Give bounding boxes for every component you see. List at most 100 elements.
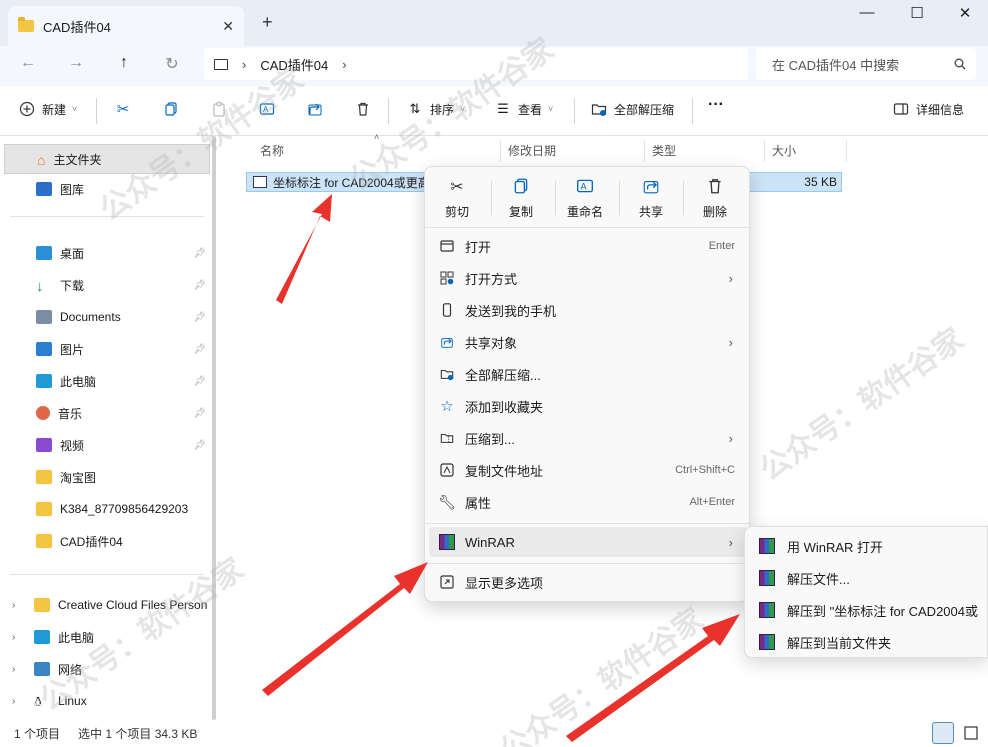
sidebar-item-label: 主文件夹 xyxy=(53,152,102,167)
pin-icon[interactable]: 📌︎ xyxy=(193,408,206,419)
details-view-button[interactable] xyxy=(932,722,954,744)
column-divider[interactable] xyxy=(644,140,645,162)
rename-button[interactable]: A xyxy=(258,100,276,118)
menu-item-open[interactable]: 打开 Enter xyxy=(429,231,747,261)
scissors-icon: ✂ xyxy=(450,179,464,196)
divider xyxy=(683,181,684,215)
share-button[interactable] xyxy=(306,100,324,118)
submenu-item-extract-to-folder[interactable]: 解压到 "坐标标注 for CAD2004或 xyxy=(749,595,988,625)
sidebar-item-desktop[interactable]: 桌面 📌︎ xyxy=(0,240,212,266)
menu-item-copy-path[interactable]: 复制文件地址 Ctrl+Shift+C xyxy=(429,455,747,485)
gallery-icon xyxy=(36,182,52,196)
search-input[interactable]: 在 CAD插件04 中搜索 xyxy=(756,48,976,80)
status-bar: 1 个项目 选中 1 个项目 34.3 KB xyxy=(0,720,988,747)
cut-button[interactable]: ✂ xyxy=(114,100,132,118)
pin-icon[interactable]: 📌︎ xyxy=(193,344,206,355)
refresh-icon[interactable]: ↻ xyxy=(160,54,184,74)
tab-cad-plugin[interactable]: CAD插件04 ✕ xyxy=(8,6,244,46)
view-button[interactable]: ☰ 查看 ˅ xyxy=(494,100,553,118)
sidebar-item-network[interactable]: 网络 xyxy=(0,656,212,682)
column-divider[interactable] xyxy=(764,140,765,162)
sort-button[interactable]: ⇅ 排序 ˅ xyxy=(406,100,466,118)
submenu-item-open-winrar[interactable]: 用 WinRAR 打开 xyxy=(749,531,988,561)
divider xyxy=(10,216,204,217)
tiles-view-button[interactable] xyxy=(960,722,982,744)
divider xyxy=(692,98,693,124)
chevron-right-icon[interactable]: › xyxy=(342,57,346,72)
sidebar-item-documents[interactable]: Documents 📌︎ xyxy=(0,304,212,330)
close-tab-icon[interactable]: ✕ xyxy=(222,18,234,35)
sidebar-item-music[interactable]: 音乐 📌︎ xyxy=(0,400,212,426)
menu-item-more-options[interactable]: 显示更多选项 xyxy=(429,567,747,597)
sidebar-item-label: 此电脑 xyxy=(58,630,95,645)
menu-item-extract-all[interactable]: 全部解压缩... xyxy=(429,359,747,389)
cut-action[interactable]: ✂ 剪切 xyxy=(427,177,487,220)
pin-icon[interactable]: 📌︎ xyxy=(193,280,206,291)
breadcrumb[interactable]: CAD插件04 xyxy=(260,55,328,74)
submenu-item-extract-here[interactable]: 解压到当前文件夹 xyxy=(749,627,988,657)
winrar-icon xyxy=(759,570,775,586)
sidebar-item-creative-cloud[interactable]: Creative Cloud Files Person xyxy=(0,592,212,618)
forward-icon[interactable]: → xyxy=(64,54,88,72)
sidebar-scrollbar[interactable] xyxy=(212,136,216,720)
sidebar-item-downloads[interactable]: ↓ 下载 📌︎ xyxy=(0,272,212,298)
apps-icon xyxy=(439,270,455,286)
column-name[interactable]: 名称 xyxy=(260,142,284,159)
details-button[interactable]: 详细信息 xyxy=(892,100,964,118)
menu-item-open-with[interactable]: 打开方式 › xyxy=(429,263,747,293)
menu-item-compress-to[interactable]: 压缩到... › xyxy=(429,423,747,453)
sidebar-item-videos[interactable]: 视频 📌︎ xyxy=(0,432,212,458)
pin-icon[interactable]: 📌︎ xyxy=(193,440,206,451)
divider xyxy=(425,563,751,564)
folder-icon xyxy=(36,502,52,516)
sidebar-item-linux[interactable]: 🐧︎ Linux xyxy=(0,688,212,714)
new-tab-button[interactable]: + xyxy=(262,12,273,33)
sidebar-item-this-pc[interactable]: 此电脑 📌︎ xyxy=(0,368,212,394)
sidebar-item-this-pc-2[interactable]: 此电脑 xyxy=(0,624,212,650)
copy-action[interactable]: 复制 xyxy=(491,177,551,220)
submenu-item-extract-files[interactable]: 解压文件... xyxy=(749,563,988,593)
chevron-right-icon: › xyxy=(728,534,733,550)
menu-item-label: 打开方式 xyxy=(465,271,518,287)
copy-button[interactable] xyxy=(162,100,180,118)
column-type[interactable]: 类型 xyxy=(652,142,676,159)
menu-item-winrar[interactable]: WinRAR › xyxy=(429,527,747,557)
paste-button[interactable] xyxy=(210,100,228,118)
svg-text:A: A xyxy=(263,105,269,114)
pin-icon[interactable]: 📌︎ xyxy=(193,248,206,259)
column-divider[interactable] xyxy=(500,140,501,162)
sidebar-item-taobao[interactable]: 淘宝图 xyxy=(0,464,212,490)
pin-icon[interactable]: 📌︎ xyxy=(193,312,206,323)
column-modified[interactable]: 修改日期 xyxy=(508,142,556,159)
column-divider[interactable] xyxy=(846,140,847,162)
close-window-button[interactable]: ✕ xyxy=(950,4,980,22)
share-action[interactable]: 共享 xyxy=(621,177,681,220)
context-menu: ✂ 剪切 复制 A 重命名 共享 删除 打开 Enter 打开方式 › 发送到我… xyxy=(424,166,751,602)
sidebar-item-gallery[interactable]: 图库 xyxy=(0,176,212,202)
sidebar-item-cad-plugin[interactable]: CAD插件04 xyxy=(0,528,212,554)
view-label: 查看 xyxy=(518,102,543,117)
delete-action[interactable]: 删除 xyxy=(685,177,745,220)
new-button[interactable]: 新建 ˅ xyxy=(18,100,77,118)
back-icon[interactable]: ← xyxy=(16,54,40,72)
address-field[interactable]: › CAD插件04 › xyxy=(204,48,748,80)
sidebar-item-label: 此电脑 xyxy=(60,374,97,389)
sidebar-item-home[interactable]: ⌂ 主文件夹 xyxy=(4,144,210,174)
submenu-item-label: 用 WinRAR 打开 xyxy=(787,539,884,555)
column-size[interactable]: 大小 xyxy=(772,142,796,159)
rename-action[interactable]: A 重命名 xyxy=(555,177,615,220)
sidebar-item-k384[interactable]: K384_87709856429203 xyxy=(0,496,212,522)
minimize-button[interactable]: — xyxy=(852,4,882,21)
pin-icon[interactable]: 📌︎ xyxy=(193,376,206,387)
menu-item-add-favorites[interactable]: ☆ 添加到收藏夹 xyxy=(429,391,747,421)
delete-label: 删除 xyxy=(702,205,727,219)
menu-item-properties[interactable]: 🔧︎ 属性 Alt+Enter xyxy=(429,487,747,517)
sidebar-item-pictures[interactable]: 图片 📌︎ xyxy=(0,336,212,362)
maximize-button[interactable]: ☐ xyxy=(902,4,932,22)
menu-item-send-to-phone[interactable]: 发送到我的手机 xyxy=(429,295,747,325)
extract-all-button[interactable]: 全部解压缩 xyxy=(590,100,674,118)
delete-button[interactable] xyxy=(354,100,372,118)
menu-item-share[interactable]: 共享对象 › xyxy=(429,327,747,357)
up-icon[interactable]: ↑ xyxy=(112,54,136,72)
more-options-button[interactable]: ··· xyxy=(708,96,724,114)
